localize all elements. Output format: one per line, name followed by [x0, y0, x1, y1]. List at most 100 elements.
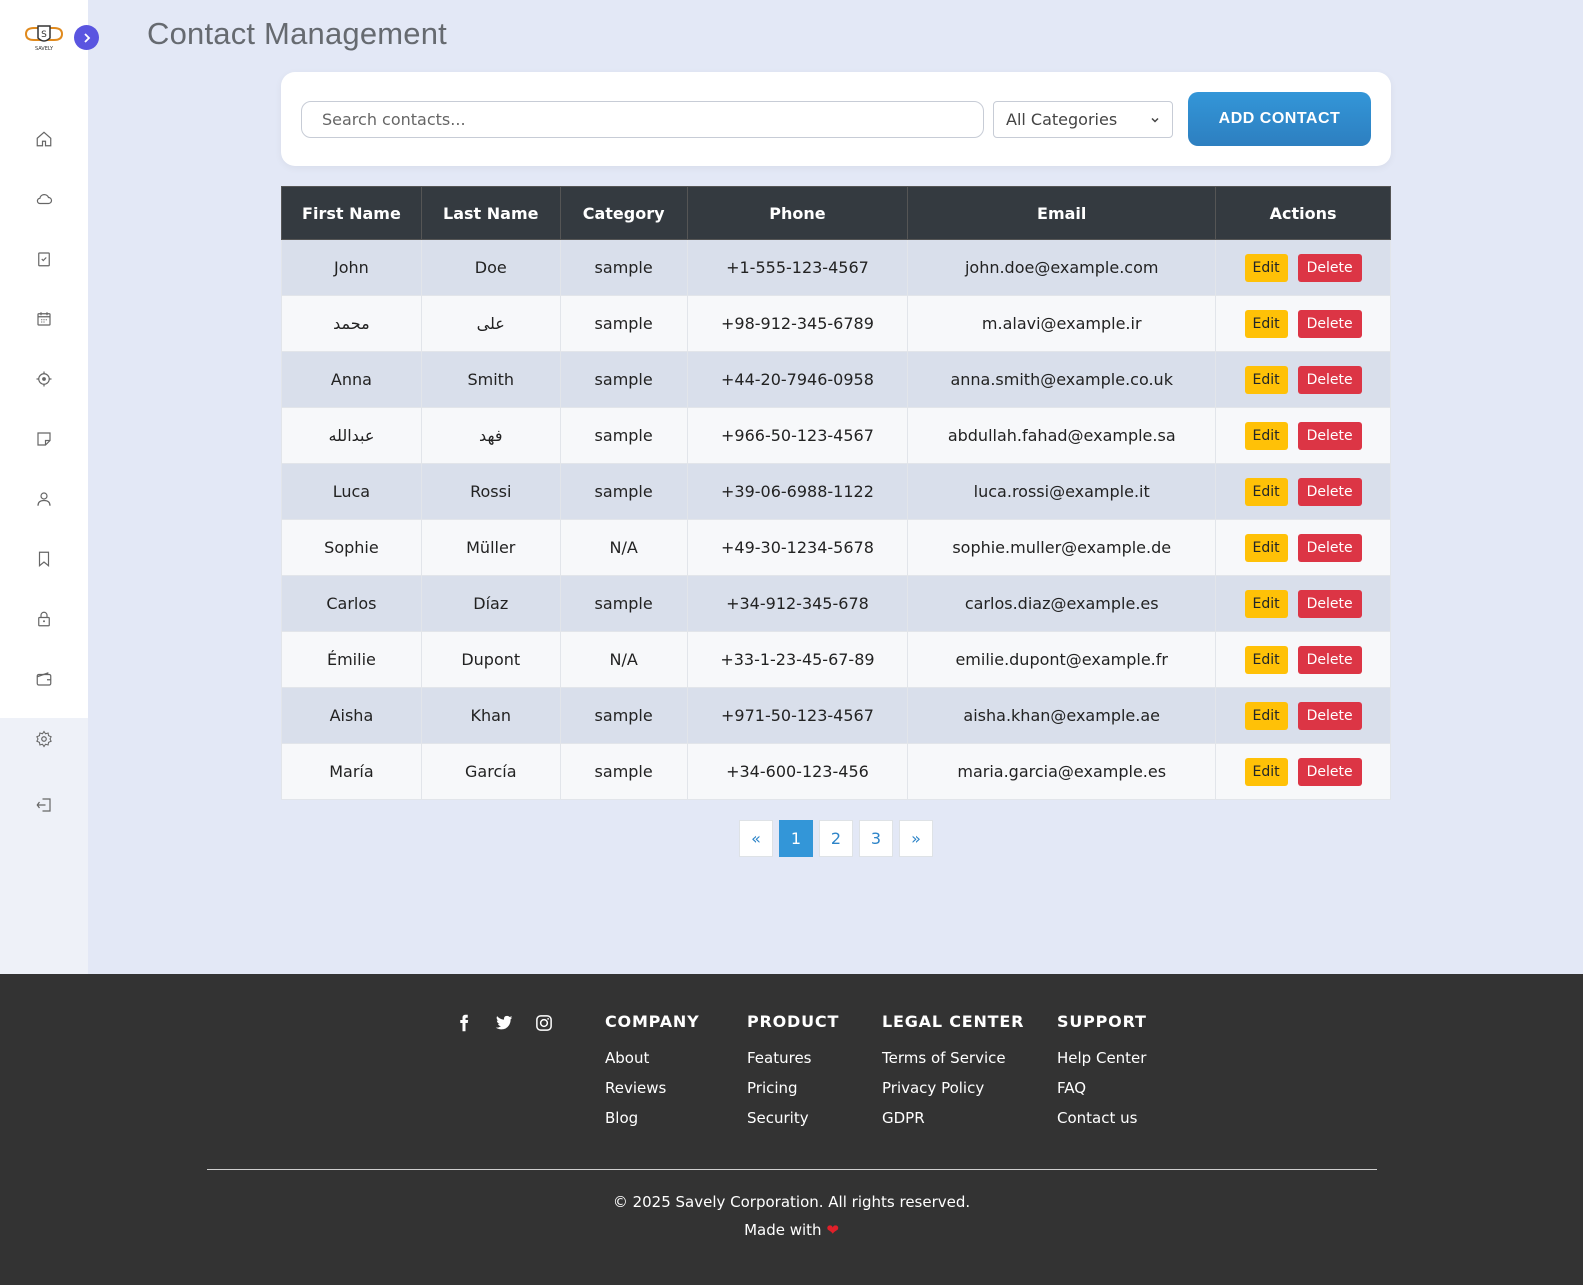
cell-actions: Edit Delete: [1215, 575, 1391, 632]
facebook-link[interactable]: [455, 1014, 473, 1032]
sidebar-lower-section: [0, 718, 88, 974]
search-toolbar: All Categories ADD CONTACT: [281, 72, 1391, 166]
header-email[interactable]: Email: [907, 186, 1217, 240]
cell-actions: Edit Delete: [1215, 463, 1391, 520]
cell-actions: Edit Delete: [1215, 743, 1391, 800]
table-row: John Doe sample +1-555-123-4567 john.doe@exa…: [281, 239, 1391, 296]
footer-link-about[interactable]: About: [605, 1049, 699, 1067]
sidebar-item-logout[interactable]: [34, 795, 54, 815]
target-icon: [36, 371, 52, 387]
clipboard-check-icon: [38, 252, 50, 267]
cell-last-name: Doe: [420, 239, 561, 296]
sidebar-item-calendar[interactable]: [34, 309, 54, 329]
search-input[interactable]: [301, 101, 984, 138]
header-actions: Actions: [1215, 186, 1391, 240]
lock-icon: [38, 611, 50, 627]
sidebar-item-cloud[interactable]: [34, 189, 54, 209]
edit-button[interactable]: Edit: [1244, 701, 1288, 730]
delete-button[interactable]: Delete: [1297, 533, 1362, 562]
cell-actions: Edit Delete: [1215, 631, 1391, 688]
sidebar-item-tasks[interactable]: [34, 249, 54, 269]
pagination-next-button[interactable]: »: [899, 820, 933, 857]
cell-email: emilie.dupont@example.fr: [907, 631, 1217, 688]
add-contact-button[interactable]: ADD CONTACT: [1188, 92, 1371, 146]
sidebar-item-settings[interactable]: [34, 729, 54, 749]
cell-phone: +971-50-123-4567: [686, 687, 909, 744]
cell-email: abdullah.fahad@example.sa: [907, 407, 1217, 464]
delete-button[interactable]: Delete: [1297, 253, 1362, 282]
delete-button[interactable]: Delete: [1297, 645, 1362, 674]
sidebar-item-home[interactable]: [34, 129, 54, 149]
footer-link-contact[interactable]: Contact us: [1057, 1109, 1147, 1127]
made-with-label: Made with: [744, 1221, 822, 1239]
sidebar-item-security[interactable]: [34, 609, 54, 629]
logout-icon: [36, 798, 51, 812]
edit-button[interactable]: Edit: [1244, 421, 1288, 450]
sidebar-item-profile[interactable]: [34, 489, 54, 509]
sidebar-item-wallet[interactable]: [34, 669, 54, 689]
edit-button[interactable]: Edit: [1244, 365, 1288, 394]
delete-button[interactable]: Delete: [1297, 365, 1362, 394]
cell-email: anna.smith@example.co.uk: [907, 351, 1217, 408]
edit-button[interactable]: Edit: [1244, 757, 1288, 786]
edit-button[interactable]: Edit: [1244, 645, 1288, 674]
table-row: Carlos Díaz sample +34-912-345-678 carlos.di…: [281, 575, 1391, 632]
savely-logo[interactable]: S SAVELY: [22, 20, 66, 54]
cloud-icon: [36, 194, 53, 205]
edit-button[interactable]: Edit: [1244, 533, 1288, 562]
header-last-name[interactable]: Last Name: [420, 186, 561, 240]
footer-link-features[interactable]: Features: [747, 1049, 839, 1067]
pagination-page-2[interactable]: 2: [819, 820, 853, 857]
sidebar-item-target[interactable]: [34, 369, 54, 389]
contacts-table: First Name Last Name Category Phone Emai…: [281, 186, 1391, 800]
footer-link-terms[interactable]: Terms of Service: [882, 1049, 1024, 1067]
edit-button[interactable]: Edit: [1244, 309, 1288, 338]
footer-link-gdpr[interactable]: GDPR: [882, 1109, 1024, 1127]
delete-button[interactable]: Delete: [1297, 589, 1362, 618]
cell-last-name: Khan: [420, 687, 561, 744]
cell-email: sophie.muller@example.de: [907, 519, 1217, 576]
instagram-link[interactable]: [535, 1014, 553, 1032]
sidebar-toggle-button[interactable]: [74, 25, 99, 50]
cell-phone: +39-06-6988-1122: [686, 463, 909, 520]
footer-link-help-center[interactable]: Help Center: [1057, 1049, 1147, 1067]
cell-last-name: Díaz: [420, 575, 561, 632]
edit-button[interactable]: Edit: [1244, 253, 1288, 282]
pagination-page-1[interactable]: 1: [779, 820, 813, 857]
cell-phone: +34-912-345-678: [686, 575, 909, 632]
header-phone[interactable]: Phone: [686, 186, 909, 240]
twitter-link[interactable]: [495, 1014, 513, 1032]
footer-link-faq[interactable]: FAQ: [1057, 1079, 1147, 1097]
header-first-name[interactable]: First Name: [281, 186, 422, 240]
delete-button[interactable]: Delete: [1297, 757, 1362, 786]
footer-link-security[interactable]: Security: [747, 1109, 839, 1127]
cell-category: N/A: [559, 631, 688, 688]
delete-button[interactable]: Delete: [1297, 477, 1362, 506]
footer-link-blog[interactable]: Blog: [605, 1109, 699, 1127]
copyright-text: © 2025 Savely Corporation. All rights re…: [612, 1193, 971, 1211]
footer-column-title: PRODUCT: [747, 1012, 840, 1031]
delete-button[interactable]: Delete: [1297, 701, 1362, 730]
edit-button[interactable]: Edit: [1244, 477, 1288, 506]
footer-link-reviews[interactable]: Reviews: [605, 1079, 699, 1097]
social-links: [455, 1014, 553, 1032]
footer-link-privacy[interactable]: Privacy Policy: [882, 1079, 1024, 1097]
cell-email: maria.garcia@example.es: [907, 743, 1217, 800]
delete-button[interactable]: Delete: [1297, 309, 1362, 338]
footer-link-pricing[interactable]: Pricing: [747, 1079, 839, 1097]
sidebar-item-bookmarks[interactable]: [34, 549, 54, 569]
home-icon: [36, 131, 52, 147]
cell-category: sample: [559, 687, 688, 744]
category-select[interactable]: All Categories: [993, 101, 1173, 138]
sidebar-item-notes[interactable]: [34, 429, 54, 449]
cell-email: m.alavi@example.ir: [907, 295, 1217, 352]
cell-first-name: Anna: [281, 351, 422, 408]
pagination-page-3[interactable]: 3: [859, 820, 893, 857]
header-category[interactable]: Category: [559, 186, 688, 240]
pagination-prev-button[interactable]: «: [739, 820, 773, 857]
footer-column-support: SUPPORT Help Center FAQ Contact us: [1057, 1012, 1147, 1139]
delete-button[interactable]: Delete: [1297, 421, 1362, 450]
user-icon: [37, 492, 51, 506]
edit-button[interactable]: Edit: [1244, 589, 1288, 618]
cell-actions: Edit Delete: [1215, 295, 1391, 352]
